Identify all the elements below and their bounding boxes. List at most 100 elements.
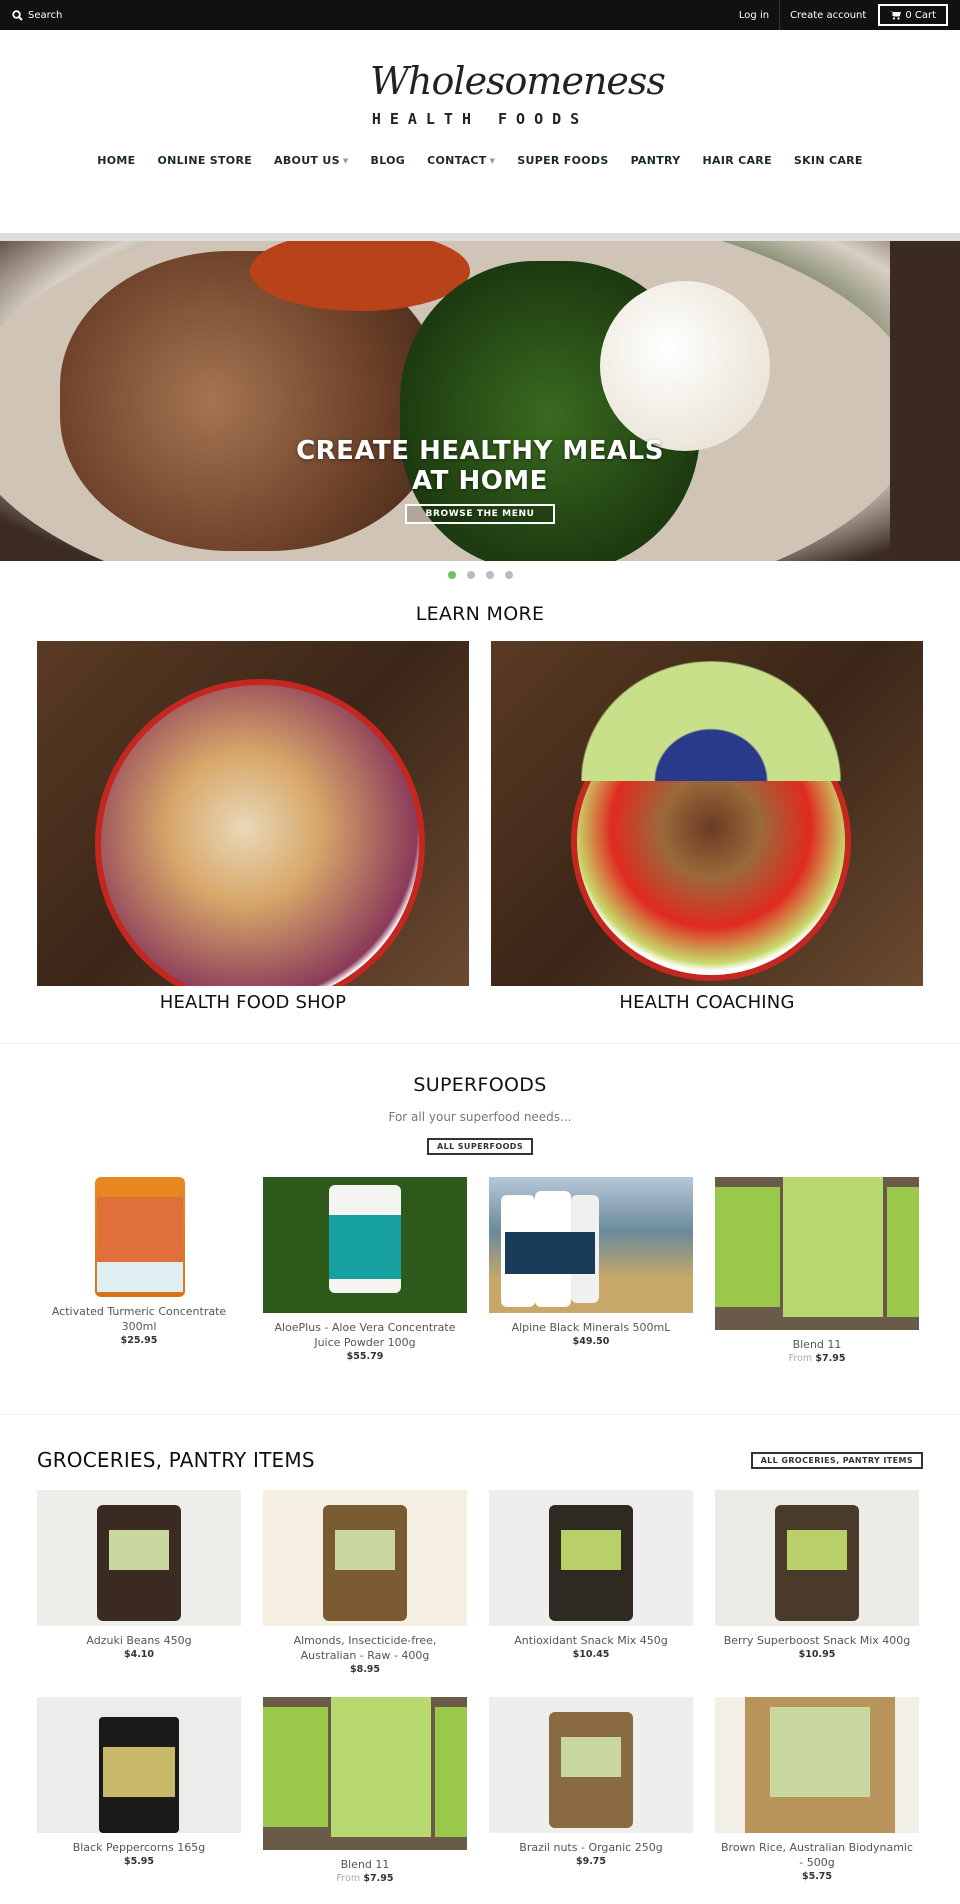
product-name: Berry Superboost Snack Mix 400g — [723, 1634, 911, 1647]
learn-more-title: LEARN MORE — [415, 603, 545, 625]
health-coaching-image — [491, 641, 923, 986]
superfoods-title: SUPERFOODS — [413, 1074, 547, 1096]
product-card[interactable]: AloePlus - Aloe Vera Concentrate Juice P… — [263, 1177, 467, 1364]
price-from-label: From — [788, 1353, 813, 1364]
product-name: Activated Turmeric Concentrate 300ml — [51, 1305, 227, 1333]
product-name: Almonds, Insecticide-free, Australian - … — [293, 1634, 437, 1662]
nav-item-skin-care[interactable]: SKIN CARE — [783, 154, 874, 167]
product-card[interactable]: Adzuki Beans 450g $4.10 — [37, 1490, 241, 1675]
product-name: Alpine Black Minerals 500mL — [511, 1321, 671, 1334]
product-price: From $7.95 — [715, 1353, 919, 1364]
hero-title-line1: CREATE HEALTHY MEALS — [296, 436, 664, 466]
slide-dot[interactable] — [466, 571, 475, 579]
product-name: Blend 11 — [792, 1338, 842, 1351]
product-image — [715, 1177, 919, 1330]
product-name: Adzuki Beans 450g — [86, 1634, 192, 1647]
product-name: AloePlus - Aloe Vera Concentrate Juice P… — [274, 1321, 456, 1349]
slide-dot[interactable] — [447, 571, 456, 579]
product-price: $49.50 — [489, 1336, 693, 1347]
caret-down-icon: ▼ — [489, 156, 496, 165]
product-image — [489, 1490, 693, 1626]
slide-dot[interactable] — [485, 571, 494, 579]
nav-item-pantry[interactable]: PANTRY — [620, 154, 692, 167]
product-card[interactable]: Antioxidant Snack Mix 450g $10.45 — [489, 1490, 693, 1675]
learn-more-section: LEARN MORE HEALTH FOOD SHOP HEALTH COACH… — [0, 579, 960, 1013]
product-price: $5.95 — [37, 1856, 241, 1867]
search-link[interactable]: Search — [12, 10, 62, 21]
product-card[interactable]: Alpine Black Minerals 500mL $49.50 — [489, 1177, 693, 1364]
product-card[interactable]: Brown Rice, Australian Biodynamic - 500g… — [715, 1697, 919, 1884]
nav-item-blog[interactable]: BLOG — [360, 154, 417, 167]
superfoods-subtitle: For all your superfood needs... — [388, 1110, 572, 1124]
product-image — [715, 1697, 919, 1833]
groceries-section: GROCERIES, PANTRY ITEMS ALL GROCERIES, P… — [0, 1448, 960, 1884]
product-card[interactable]: Black Peppercorns 165g $5.95 — [37, 1697, 241, 1884]
logo-script: Wholesomeness — [370, 59, 666, 103]
nav-label: HOME — [97, 154, 136, 167]
all-groceries-button[interactable]: ALL GROCERIES, PANTRY ITEMS — [750, 1451, 923, 1469]
product-card[interactable]: Activated Turmeric Concentrate 300ml $25… — [37, 1177, 241, 1364]
nav-item-online-store[interactable]: ONLINE STORE — [146, 154, 263, 167]
learn-card-health-coaching[interactable]: HEALTH COACHING — [491, 641, 923, 1013]
product-card[interactable]: Blend 11 From $7.95 — [263, 1697, 467, 1884]
hero-slideshow[interactable]: CREATE HEALTHY MEALS AT HOME BROWSE THE M… — [0, 241, 960, 561]
product-name: Blend 11 — [340, 1858, 390, 1871]
learn-card-health-food-shop[interactable]: HEALTH FOOD SHOP — [37, 641, 469, 1013]
product-name: Brazil nuts - Organic 250g — [519, 1841, 663, 1854]
price-value: $55.79 — [346, 1351, 384, 1362]
product-image — [263, 1697, 467, 1850]
cart-label: 0 Cart — [905, 9, 936, 21]
product-image — [37, 1177, 241, 1297]
all-superfoods-button[interactable]: ALL SUPERFOODS — [427, 1138, 533, 1155]
nav-item-about-us[interactable]: ABOUT US ▼ — [263, 154, 359, 167]
learn-card-caption: HEALTH FOOD SHOP — [159, 992, 347, 1013]
hero-image-egg — [600, 281, 770, 451]
logo-subtitle: HEALTH FOODS — [371, 110, 589, 128]
nav-label: HAIR CARE — [702, 154, 772, 167]
product-card[interactable]: Almonds, Insecticide-free, Australian - … — [263, 1490, 467, 1675]
nav-item-super-foods[interactable]: SUPER FOODS — [506, 154, 619, 167]
product-price: $55.79 — [263, 1351, 467, 1362]
product-image — [37, 1490, 241, 1626]
hero-title: CREATE HEALTHY MEALS AT HOME — [0, 436, 960, 496]
slide-dots — [0, 571, 960, 579]
hero-title-line2: AT HOME — [412, 466, 548, 496]
create-account-link[interactable]: Create account — [780, 0, 876, 30]
product-image — [715, 1490, 919, 1626]
top-bar: Search Log in Create account 0 Cart — [0, 0, 960, 30]
product-image — [263, 1177, 467, 1313]
product-card[interactable]: Blend 11 From $7.95 — [715, 1177, 919, 1364]
price-value: $9.75 — [575, 1856, 607, 1867]
price-value: $7.95 — [815, 1353, 846, 1364]
cart-button[interactable]: 0 Cart — [878, 4, 948, 26]
price-value: $5.75 — [801, 1871, 833, 1882]
price-value: $49.50 — [572, 1336, 610, 1347]
nav-item-contact[interactable]: CONTACT ▼ — [416, 154, 506, 167]
price-value: $10.95 — [798, 1649, 836, 1660]
nav-label: ABOUT US — [274, 154, 340, 167]
product-card[interactable]: Brazil nuts - Organic 250g $9.75 — [489, 1697, 693, 1884]
nav-label: PANTRY — [630, 154, 681, 167]
product-image — [489, 1177, 693, 1313]
nav-label: CONTACT — [427, 154, 487, 167]
site-logo[interactable]: Wholesomeness HEALTH FOODS — [370, 56, 666, 136]
product-price: $5.75 — [715, 1871, 919, 1882]
slide-dot[interactable] — [504, 571, 513, 579]
product-card[interactable]: Berry Superboost Snack Mix 400g $10.95 — [715, 1490, 919, 1675]
nav-label: BLOG — [370, 154, 406, 167]
browse-menu-button[interactable]: BROWSE THE MENU — [405, 504, 555, 524]
caret-down-icon: ▼ — [342, 156, 349, 165]
header-divider — [0, 233, 960, 241]
product-image — [263, 1490, 467, 1626]
product-price: $10.45 — [489, 1649, 693, 1660]
nav-item-home[interactable]: HOME — [86, 154, 146, 167]
groceries-title: GROCERIES, PANTRY ITEMS — [37, 1448, 315, 1472]
nav-item-hair-care[interactable]: HAIR CARE — [692, 154, 783, 167]
login-link[interactable]: Log in — [729, 0, 779, 30]
site-header: Wholesomeness HEALTH FOODS HOME ONLINE S… — [0, 30, 960, 233]
product-price: $9.75 — [489, 1856, 693, 1867]
price-value: $25.95 — [120, 1335, 158, 1346]
nav-label: ONLINE STORE — [157, 154, 253, 167]
search-icon — [12, 9, 23, 21]
search-label: Search — [28, 9, 63, 21]
